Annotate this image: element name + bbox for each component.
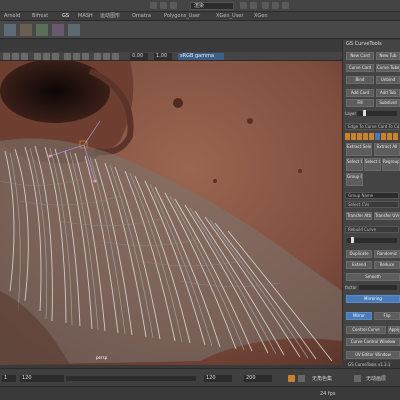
save-icon[interactable]: [170, 2, 177, 9]
shelf-tab-omatra[interactable]: Omatra: [132, 13, 151, 20]
fps-label[interactable]: 24 fps: [320, 391, 336, 397]
range-slider-start[interactable]: 120: [20, 375, 64, 382]
curve-tube-button[interactable]: Curve Tube: [376, 64, 400, 72]
mirror-button[interactable]: Mirror: [346, 312, 372, 320]
factor-slider[interactable]: [359, 285, 397, 290]
mirroring-header[interactable]: Mirroring: [346, 295, 400, 303]
select-curves-button[interactable]: Select Curves: [346, 158, 363, 171]
auto-key-icon[interactable]: [288, 375, 295, 382]
top-menu-bar: 渲染: [0, 0, 400, 12]
camera-name-label: persp: [96, 355, 108, 360]
randomize-button[interactable]: Randomiz: [374, 250, 400, 258]
color-space-dropdown[interactable]: sRGB gamma: [178, 53, 224, 60]
layer-color-swatches[interactable]: [345, 132, 400, 142]
smooth-button[interactable]: Smooth: [346, 273, 400, 281]
shelf-tab-arnold[interactable]: Arnold: [4, 13, 20, 20]
shelf-icons[interactable]: [0, 21, 342, 39]
character-set-label[interactable]: 无角色集: [312, 375, 332, 382]
shelf-tab-mash[interactable]: MASH: [78, 13, 93, 20]
dropdown-arrow-icon[interactable]: [354, 375, 361, 382]
edge-to-curve-header[interactable]: Edge To Curve Card To Cu: [345, 123, 399, 130]
exposure-field[interactable]: 0.00: [130, 53, 148, 60]
regroup-button[interactable]: Regroup: [382, 158, 400, 171]
curve-control-window-button[interactable]: Curve Control Window: [346, 338, 400, 346]
camera-icon[interactable]: [34, 53, 41, 60]
subdivide-button[interactable]: Subdivid: [376, 99, 400, 107]
view-menu-icon[interactable]: [3, 53, 10, 60]
flip-button[interactable]: Flip: [374, 312, 400, 320]
shelf-tab-motion-graphics[interactable]: 运动图形: [100, 13, 120, 20]
grid-icon[interactable]: [64, 53, 71, 60]
extend-button[interactable]: Extend: [346, 261, 372, 269]
reduce-button[interactable]: Reduce: [374, 261, 400, 269]
transfer-uvs-button[interactable]: Transfer UVs: [374, 212, 400, 220]
frame-start-field[interactable]: 1: [2, 375, 16, 382]
redo-icon[interactable]: [250, 2, 257, 9]
lasso-icon[interactable]: [272, 2, 279, 9]
range-max-field[interactable]: 200: [244, 375, 272, 382]
resolution-gate-icon[interactable]: [82, 53, 89, 60]
gs-curvetools-panel: GS CurveTools New Card New Tub Curve Car…: [342, 40, 400, 360]
add-card-button[interactable]: Add Card: [346, 89, 374, 97]
wireframe-icon[interactable]: [94, 53, 101, 60]
transfer-attr-button[interactable]: Transfer Attr: [346, 212, 372, 220]
factor-label: factor: [345, 285, 357, 290]
textured-icon[interactable]: [112, 53, 119, 60]
panel-title: GS CurveTools: [346, 41, 382, 47]
rebuild-slider-handle[interactable]: [351, 237, 354, 243]
new-tube-button[interactable]: New Tub: [376, 52, 400, 60]
viewport-toolbar: 0.00 1.00 sRGB gamma: [0, 52, 342, 61]
lock-camera-icon[interactable]: [43, 53, 50, 60]
fill-button[interactable]: Fill: [346, 99, 374, 107]
time-range-bar: 1 120 120 200 无角色集 无动画层: [0, 368, 400, 386]
command-line-bar: 24 fps: [0, 386, 400, 400]
key-settings-icon[interactable]: [298, 375, 305, 382]
paint-icon[interactable]: [282, 2, 289, 9]
control-curve-button[interactable]: Control Curve: [346, 326, 386, 334]
lighting-menu-icon[interactable]: [21, 53, 28, 60]
extract-all-button[interactable]: Extract All: [374, 143, 400, 156]
file-icon[interactable]: [160, 2, 167, 9]
unbind-button[interactable]: Unbind: [376, 76, 400, 84]
gamma-field[interactable]: 1.00: [154, 53, 172, 60]
undo-icon[interactable]: [240, 2, 247, 9]
film-gate-icon[interactable]: [73, 53, 80, 60]
add-tube-button[interactable]: Add Tub: [376, 89, 400, 97]
shelf-tab-xgen-user[interactable]: XGen_User: [216, 13, 243, 20]
range-slider[interactable]: [66, 376, 196, 381]
range-end-field[interactable]: 120: [204, 375, 232, 382]
rebuild-curve-header[interactable]: Rebuild Curve: [345, 226, 399, 233]
select-cards-button[interactable]: Select Card: [364, 158, 381, 171]
extract-selected-button[interactable]: Extract Selected: [346, 143, 372, 156]
apply-button[interactable]: Apply: [388, 326, 400, 334]
bind-button[interactable]: Bind: [346, 76, 374, 84]
duplicate-button[interactable]: Duplicate: [346, 250, 372, 258]
bookmark-icon[interactable]: [52, 53, 59, 60]
select-cvs-header[interactable]: Select CVs: [345, 201, 399, 208]
shelf-tab-bifrost[interactable]: Bifrost: [32, 13, 48, 20]
menu-icon[interactable]: [150, 2, 157, 9]
group-curves-button[interactable]: Group Curves: [346, 173, 363, 186]
shading-menu-icon[interactable]: [12, 53, 19, 60]
viewport-render: [0, 61, 342, 365]
uv-editor-window-button[interactable]: UV Editor Window: [346, 351, 400, 359]
shelf-tab-xgen[interactable]: XGen: [254, 13, 268, 20]
smooth-shade-icon[interactable]: [103, 53, 110, 60]
curve-card-button[interactable]: Curve Card: [346, 64, 374, 72]
select-icon[interactable]: [262, 2, 269, 9]
new-card-button[interactable]: New Card: [346, 52, 374, 60]
rebuild-slider[interactable]: [347, 238, 397, 243]
layer-slider-handle[interactable]: [363, 110, 366, 116]
anim-layer-label[interactable]: 无动画层: [366, 375, 386, 382]
shelf-tab-gs[interactable]: GS: [62, 13, 69, 20]
layer-label: Layer: [345, 111, 357, 116]
shelf-tab-polygons-user[interactable]: Polygons_User: [164, 13, 200, 20]
group-name-field[interactable]: Group Name: [345, 192, 399, 199]
menu-set-selector[interactable]: 渲染: [190, 2, 234, 10]
viewport-3d[interactable]: [0, 61, 342, 365]
shelf-icon-row: [0, 21, 400, 39]
panel-footer: GS CurveTools v1.3.1: [348, 362, 391, 367]
shelf-tab-bar: Arnold Bifrost GS MASH 运动图形 Omatra Polyg…: [0, 12, 400, 21]
